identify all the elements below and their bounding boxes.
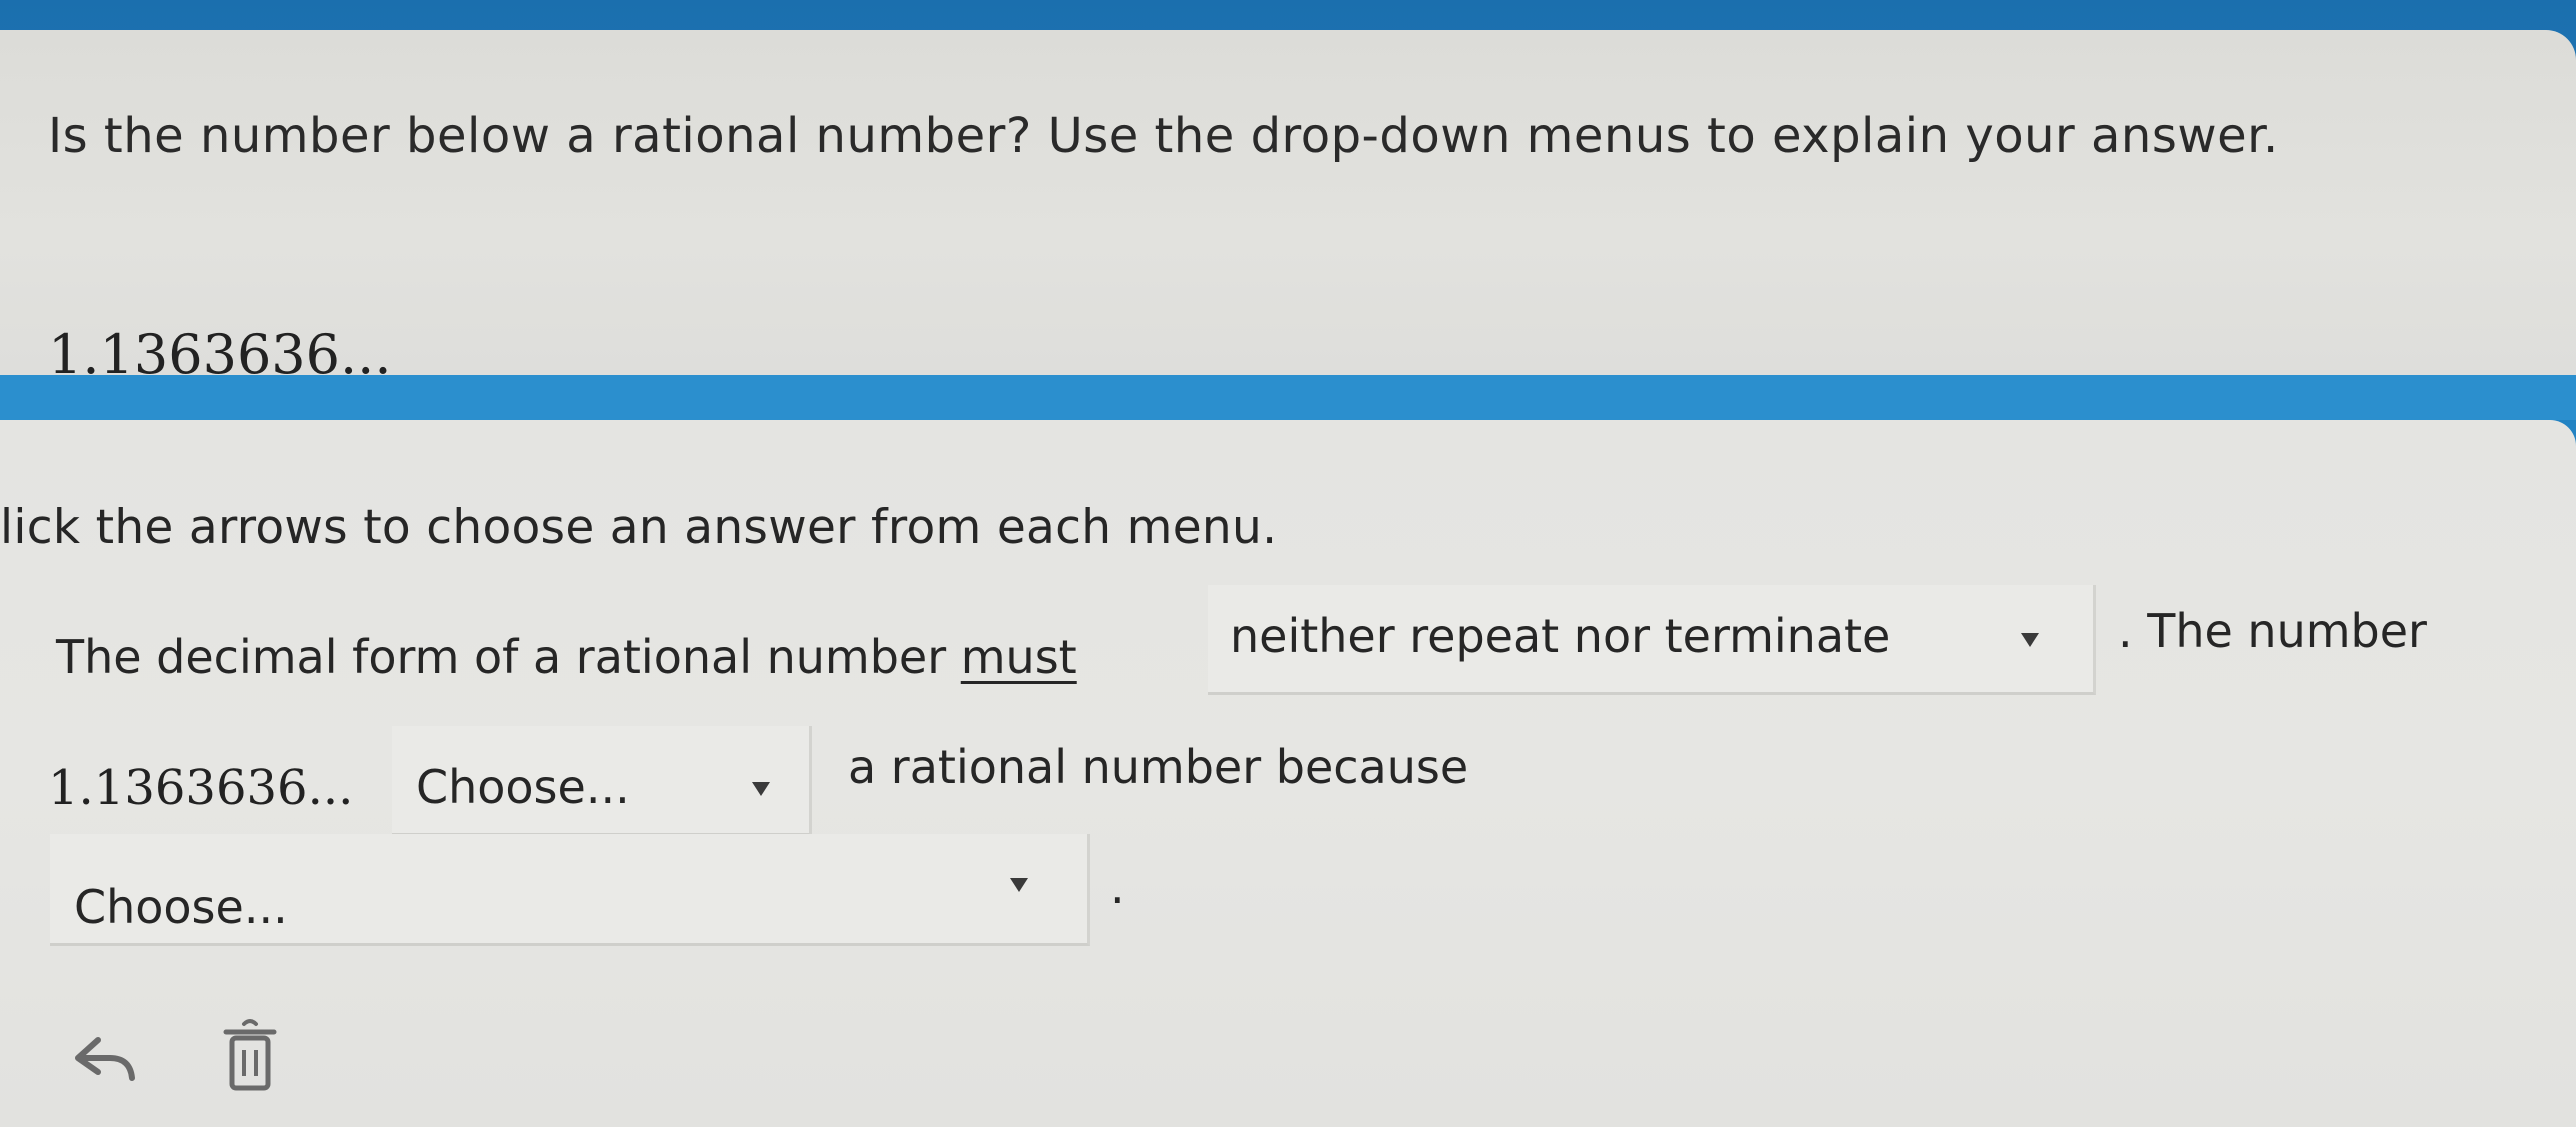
trash-icon bbox=[223, 1019, 277, 1091]
question-prompt: Is the number below a rational number? U… bbox=[48, 108, 2279, 164]
dropdown-3-value: Choose... bbox=[74, 880, 288, 934]
instruction-text: lick the arrows to choose an answer from… bbox=[0, 500, 1278, 555]
sentence-part-2: . The number bbox=[2118, 604, 2427, 658]
dropdown-3[interactable]: Choose... bbox=[50, 834, 1090, 946]
chevron-down-icon bbox=[1010, 878, 1028, 892]
dropdown-2[interactable]: Choose... bbox=[392, 726, 812, 836]
sentence-part-1: The decimal form of a rational number bbox=[56, 630, 961, 684]
answer-number: 1.1363636... bbox=[48, 760, 354, 816]
answer-card: lick the arrows to choose an answer from… bbox=[0, 420, 2576, 1127]
undo-arrow-icon bbox=[75, 1037, 135, 1081]
chevron-down-icon bbox=[752, 782, 770, 796]
undo-button[interactable] bbox=[70, 1030, 140, 1094]
screen: Is the number below a rational number? U… bbox=[0, 0, 2576, 1127]
question-card: Is the number below a rational number? U… bbox=[0, 30, 2576, 386]
dropdown-2-value: Choose... bbox=[416, 760, 630, 814]
sentence-must: must bbox=[960, 630, 1077, 684]
divider-band bbox=[0, 375, 2576, 420]
sentence-line-1: The decimal form of a rational number mu… bbox=[56, 630, 1077, 684]
sentence-part-3: a rational number because bbox=[848, 740, 1469, 794]
dropdown-1[interactable]: neither repeat nor terminate bbox=[1208, 585, 2096, 695]
sentence-end: . bbox=[1110, 860, 1125, 914]
dropdown-1-value: neither repeat nor terminate bbox=[1230, 609, 1891, 663]
chevron-down-icon bbox=[2021, 633, 2039, 647]
delete-button[interactable] bbox=[220, 1016, 280, 1100]
